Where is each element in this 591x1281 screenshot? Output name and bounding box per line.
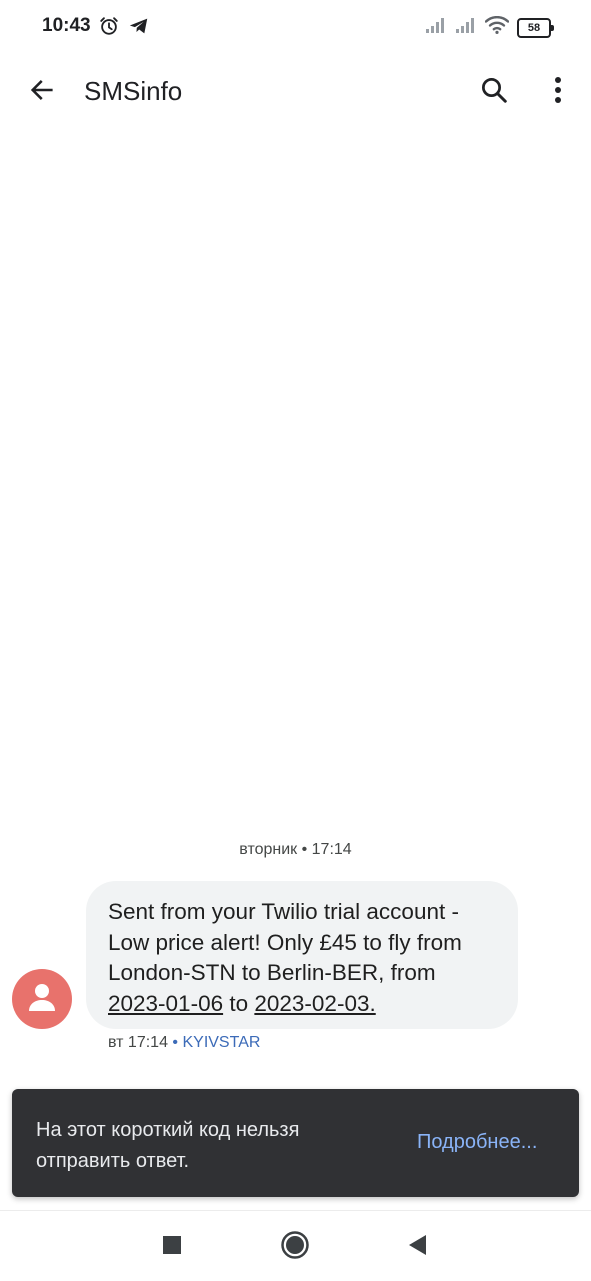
home-circle-icon <box>280 1230 310 1265</box>
learn-more-button[interactable]: Подробнее... <box>417 1131 537 1154</box>
message-bubble[interactable]: Sent from your Twilio trial account - Lo… <box>86 881 518 1029</box>
signal-icon <box>425 16 447 39</box>
status-right-icons: 58 <box>425 15 554 39</box>
home-button[interactable] <box>277 1229 313 1265</box>
recents-square-icon <box>162 1235 182 1260</box>
status-time: 10:43 <box>42 15 91 36</box>
battery-icon: 58 <box>517 17 554 38</box>
carrier-label: KYIVSTAR <box>182 1034 261 1051</box>
snackbar: На этот короткий код нельзя отправить от… <box>12 1089 579 1197</box>
conversation-title: SMSinfo <box>84 76 183 106</box>
snackbar-text: На этот короткий код нельзя отправить от… <box>36 1119 300 1172</box>
message-meta: вт 17:14 • KYIVSTAR <box>108 1034 260 1052</box>
date-separator: вторник • 17:14 <box>239 841 352 858</box>
date-to-link[interactable]: 2023-02-03. <box>254 991 375 1016</box>
message-timestamp: вт 17:14 <box>108 1034 168 1051</box>
alarm-icon <box>98 15 120 42</box>
avatar[interactable] <box>12 969 72 1029</box>
date-from-link[interactable]: 2023-01-06 <box>108 991 223 1016</box>
wifi-icon <box>484 15 510 39</box>
signal-icon <box>455 16 477 39</box>
recents-button[interactable] <box>154 1229 190 1265</box>
status-bar: 10:43 58 <box>0 0 591 54</box>
navigation-bar <box>0 1210 591 1281</box>
app-bar: SMSinfo <box>0 60 591 124</box>
back-arrow-icon <box>28 76 56 109</box>
more-options-button[interactable] <box>540 72 576 112</box>
system-back-button[interactable] <box>399 1229 435 1265</box>
search-button[interactable] <box>474 72 514 112</box>
message-text-middle: to <box>223 990 255 1016</box>
back-button[interactable] <box>22 74 62 110</box>
search-icon <box>479 75 509 110</box>
message-text: Sent from your Twilio trial account - Lo… <box>108 899 462 985</box>
more-vert-icon <box>553 76 563 109</box>
back-triangle-icon <box>406 1233 428 1262</box>
meta-separator: • <box>167 1034 183 1051</box>
status-left-icons <box>98 15 150 42</box>
telegram-icon <box>128 15 150 42</box>
person-icon <box>25 980 59 1019</box>
